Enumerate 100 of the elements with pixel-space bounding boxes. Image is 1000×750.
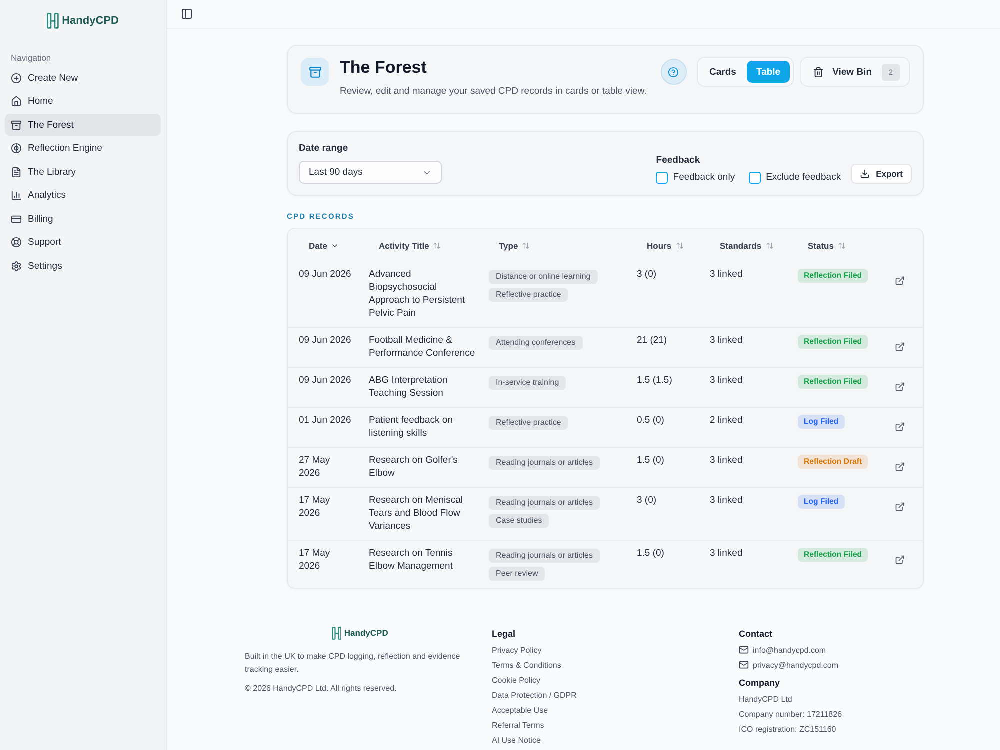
type-tag: Reading journals or articles — [489, 549, 600, 563]
table-cell-text: 09 Jun 2026 — [299, 334, 352, 347]
type-tag: Peer review — [489, 566, 546, 580]
type-tag: Reflective practice — [489, 416, 568, 430]
column-header[interactable]: Activity Title — [369, 240, 442, 250]
column-header[interactable]: Type — [489, 240, 530, 250]
company-detail: Company number: 17211826 — [739, 708, 842, 721]
table-cell-text: 3 linked — [710, 454, 744, 467]
table-cell-text: 3 linked — [710, 334, 744, 347]
sidebar-item[interactable]: Reflection Engine — [5, 138, 161, 160]
footer-link[interactable]: Privacy Policy — [492, 642, 542, 658]
table-cell-text: 09 Jun 2026 — [299, 374, 352, 387]
table-cell-text: 1.5 (0) — [637, 547, 666, 560]
type-tag: Case studies — [489, 514, 550, 528]
table-cell-text: Research on Golfer's Elbow — [369, 454, 459, 480]
table-cell-text: 09 Jun 2026 — [299, 268, 352, 281]
page-subtitle: Review, edit and manage your saved CPD records in cards or table view. — [340, 86, 647, 98]
type-tag: Attending conferences — [489, 336, 583, 350]
footer-link[interactable]: Data Protection / GDPR — [492, 688, 577, 702]
document-icon — [11, 166, 22, 178]
table-cell-text: Football Medicine & Performance Conference — [369, 334, 476, 360]
export-button[interactable]: Export — [851, 164, 912, 184]
sidebar-item[interactable]: The Library — [5, 161, 161, 183]
column-header[interactable]: Standards — [710, 240, 774, 250]
settings-icon — [11, 260, 22, 272]
page-title: The Forest — [340, 57, 427, 79]
sidebar-item[interactable]: Settings — [5, 255, 161, 277]
brand-name: HandyCPD — [344, 629, 388, 638]
bar-chart-icon — [11, 190, 22, 201]
footer-link[interactable]: Acceptable Use — [492, 702, 548, 718]
footer-heading: Contact — [739, 628, 772, 640]
external-link-icon — [895, 382, 905, 392]
column-header[interactable]: Hours — [637, 240, 684, 250]
table-cell-text: 17 May 2026 — [299, 547, 332, 573]
credit-card-icon — [11, 214, 22, 224]
table-cell-text: Research on Tennis Elbow Management — [369, 547, 454, 573]
footer-heading: Company — [739, 676, 780, 688]
plus-circle-icon — [11, 72, 22, 84]
footer-link[interactable]: Referral Terms — [492, 718, 544, 732]
table-cell-text: 3 linked — [710, 268, 744, 281]
copyright-text: © 2026 HandyCPD Ltd. All rights reserved. — [245, 682, 398, 694]
table-cell-text: 3 linked — [710, 547, 744, 560]
help-button[interactable] — [660, 59, 687, 85]
table-cell-text: 21 (21) — [637, 334, 668, 347]
download-icon — [860, 169, 870, 179]
brand-name: HandyCPD — [62, 16, 119, 26]
checkbox-label[interactable]: Exclude feedback — [766, 172, 842, 184]
table-cell-text: 1.5 (0) — [637, 454, 666, 467]
archive-icon — [11, 120, 22, 130]
lifebuoy-icon — [11, 237, 22, 248]
sidebar-item[interactable]: Create New — [5, 67, 161, 89]
table-cell-text: 1.5 (1.5) — [637, 374, 674, 387]
external-link-icon — [895, 276, 905, 286]
archive-icon — [301, 58, 329, 86]
view-toggle-button[interactable]: Cards — [700, 61, 746, 83]
footer-link[interactable]: Cookie Policy — [492, 672, 540, 688]
sidebar-item[interactable]: Home — [5, 90, 161, 112]
email-link[interactable]: info@handycpd.com — [753, 642, 826, 658]
table-cell-text: Advanced Biopsychosocial Approach to Persistent Pelvic Pain — [369, 268, 466, 320]
table-cell-text: 3 linked — [710, 374, 744, 387]
table-cell-text: 3 linked — [710, 494, 744, 507]
logo-icon — [47, 13, 60, 29]
phi-circle-icon — [11, 143, 22, 154]
checkbox-label[interactable]: Feedback only — [673, 172, 736, 184]
table-cell-text: 3 (0) — [637, 268, 658, 281]
table-cell-text: ABG Interpretation Teaching Session — [369, 374, 449, 400]
column-header[interactable]: Date — [299, 240, 340, 250]
button-label: View Bin — [832, 66, 872, 78]
mail-icon — [739, 660, 749, 670]
table-cell-text: Research on Meniscal Tears and Blood Flow Variances — [369, 494, 464, 533]
column-header[interactable]: Status — [798, 240, 846, 250]
sidebar-item[interactable]: Analytics — [5, 184, 161, 206]
type-tag: Reflective practice — [489, 288, 568, 302]
table-cell-text: 01 Jun 2026 — [299, 414, 352, 427]
sidebar-item[interactable]: Billing — [5, 208, 161, 230]
table-cell-text: 27 May 2026 — [299, 454, 332, 480]
footer-link[interactable]: AI Use Notice — [492, 732, 541, 748]
checkbox[interactable] — [749, 172, 762, 184]
sidebar-item[interactable]: Support — [5, 232, 161, 254]
trash-icon — [812, 66, 824, 78]
checkbox[interactable] — [656, 172, 668, 184]
sidebar-item[interactable]: The Forest — [5, 114, 161, 136]
footer-tagline: Built in the UK to make CPD logging, reflection and evidence tracking easier. — [245, 650, 462, 676]
section-label: Navigation — [11, 53, 52, 63]
sidebar-toggle-button[interactable] — [179, 6, 195, 22]
company-detail: HandyCPD Ltd — [739, 694, 792, 706]
external-link-icon — [895, 462, 905, 472]
type-tag: Reading journals or articles — [489, 456, 600, 470]
date-range-select[interactable]: Last 90 days — [299, 161, 442, 184]
company-detail: ICO registration: ZC151160 — [739, 724, 836, 736]
home-icon — [11, 96, 22, 107]
table-cell-text: 0.5 (0) — [637, 414, 666, 427]
table-cell-text: 2 linked — [710, 414, 744, 427]
external-link-icon — [895, 502, 905, 512]
email-link[interactable]: privacy@handycpd.com — [753, 658, 838, 672]
footer-link[interactable]: Terms & Conditions — [492, 658, 562, 672]
field-label: Date range — [299, 143, 348, 154]
external-link-icon — [895, 422, 905, 432]
type-tag: Distance or online learning — [489, 270, 598, 284]
table-cell-text: Patient feedback on listening skills — [369, 414, 454, 440]
